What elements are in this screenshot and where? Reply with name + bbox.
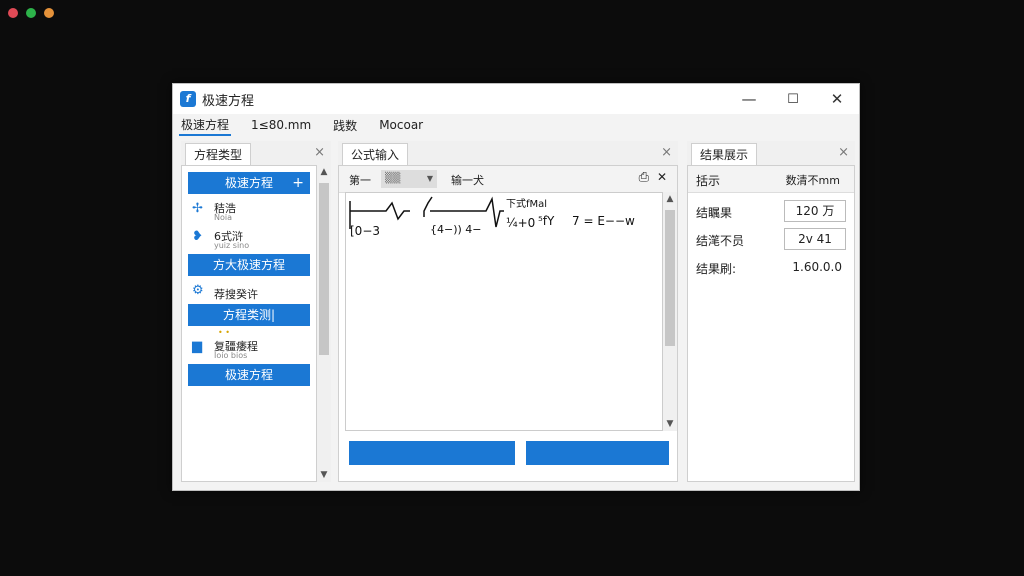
window-title: 极速方程 (202, 93, 255, 109)
formula-term-b: {4−)) 4− (430, 223, 482, 236)
panel-close-icon[interactable]: × (314, 145, 325, 160)
result-header-right: 数清不mm (785, 174, 840, 187)
panel-close-icon[interactable]: × (661, 145, 672, 160)
result-row: 结果刷: 1.60.0.0 (696, 256, 846, 280)
menu-item-2[interactable]: 1≤80.mm (249, 117, 313, 133)
result-row: 结滗不员 2v 41 (696, 228, 846, 252)
formula-editor[interactable]: [0−3 {4−)) 4− 下式fMal ¼+0 ⁵fY 7 = E−−w (345, 192, 663, 431)
format-dropdown-value: ▒▒ (385, 173, 401, 184)
result-body: 括示 数清不mm 结瞩果 120 万 结滗不员 2v 41 结果刷: 1.60.… (687, 165, 855, 482)
result-panel: 结果展示 × 括示 数清不mm 结瞩果 120 万 结滗不员 2v 41 结果刷… (687, 141, 855, 482)
close-button[interactable]: ✕ (815, 84, 859, 114)
formula-label: 下式fMal (506, 197, 547, 210)
maximize-button[interactable]: ☐ (771, 84, 815, 114)
scroll-up-icon[interactable]: ▲ (663, 194, 677, 204)
left-scrollbar[interactable]: ▲ ▼ (317, 165, 331, 482)
minimize-dot[interactable] (26, 8, 36, 18)
title-bar: f 极速方程 — ☐ ✕ (173, 84, 859, 114)
format-dropdown[interactable]: ▒▒ ▼ (381, 170, 437, 188)
editor-scrollbar[interactable]: ▲ ▼ (663, 192, 677, 431)
formula-render: [0−3 {4−)) 4− 下式fMal ¼+0 ⁵fY 7 = E−−w (349, 196, 635, 238)
formula-term-c: ¼+0 (506, 216, 535, 230)
formula-toolbar: 第一 ▒▒ ▼ 输一犬 ⎙ ✕ (339, 166, 677, 193)
close-dot[interactable] (8, 8, 18, 18)
result-header-left: 括示 (696, 174, 721, 188)
equation-type-panel: 方程类型 × 极速方程 + ✢ 秸浩 Ñoia ❥ 6式浒 yuiz sino … (181, 141, 331, 482)
equation-type-list: 极速方程 + ✢ 秸浩 Ñoia ❥ 6式浒 yuiz sino 方大极速方程 … (181, 165, 317, 482)
scroll-down-icon[interactable]: ▼ (317, 470, 331, 480)
formula-input-panel: 公式输入 × 第一 ▒▒ ▼ 输一犬 ⎙ ✕ [0−3 {4−)) 4− 下式f… (338, 141, 678, 482)
app-window: f 极速方程 — ☐ ✕ 极速方程 1≤80.mm 践数 Mocoar 方程类型… (172, 83, 860, 491)
list-item[interactable]: ▆ 复疆痿程 Ioio bios (192, 338, 310, 364)
large-speed-equation-button[interactable]: 方大极速方程 (188, 254, 310, 276)
zoom-dot[interactable] (44, 8, 54, 18)
list-item-label: 荐搜癸许 (214, 288, 258, 301)
menu-item-4[interactable]: Mocoar (377, 117, 425, 133)
traffic-lights (8, 8, 54, 18)
scroll-thumb[interactable] (319, 183, 329, 355)
menu-item-1[interactable]: 极速方程 (179, 115, 232, 136)
speed-equation-button-2[interactable]: 极速方程 (188, 364, 310, 386)
speed-equation-button[interactable]: 极速方程 + (188, 172, 310, 194)
action-button-1[interactable] (349, 441, 515, 465)
speed-equation-label: 极速方程 (224, 176, 273, 190)
tab-equation-type[interactable]: 方程类型 (185, 143, 252, 165)
formula-term-e: 7 = E−−w (572, 214, 635, 228)
list-item-sublabel: yuiz sino (214, 241, 250, 250)
toolbar-label[interactable]: 第一 (349, 172, 371, 188)
scroll-thumb[interactable] (665, 210, 675, 346)
list-item-sublabel: Ñoia (214, 213, 233, 222)
formula-body: 第一 ▒▒ ▼ 输一犬 ⎙ ✕ [0−3 {4−)) 4− 下式fMal ¼+0… (338, 165, 678, 482)
indicator-dots: • • (218, 328, 230, 337)
input-label[interactable]: 输一犬 (451, 172, 484, 188)
list-item[interactable]: ❥ 6式浒 yuiz sino (192, 228, 310, 254)
result-value-field[interactable]: 120 万 (784, 200, 846, 222)
list-item[interactable]: ✢ 秸浩 Ñoia (192, 200, 310, 226)
plus-icon[interactable]: + (292, 172, 304, 194)
sparkle-icon: ✢ (192, 201, 203, 216)
formula-term-d: ⁵fY (538, 214, 555, 228)
panel-close-icon[interactable]: × (838, 145, 849, 160)
app-logo-icon: f (180, 91, 196, 107)
list-item-sublabel: Ioio bios (214, 351, 248, 360)
heart-icon: ❥ (192, 229, 203, 244)
toolbar-close-icon[interactable]: ✕ (657, 170, 667, 184)
chevron-down-icon: ▼ (426, 174, 433, 183)
scroll-down-icon[interactable]: ▼ (663, 419, 677, 429)
result-label: 结滗不员 (696, 234, 745, 248)
result-value: 1.60.0.0 (792, 260, 842, 274)
equation-class-button[interactable]: 方程类测| (188, 304, 310, 326)
menu-bar: 极速方程 1≤80.mm 践数 Mocoar (173, 114, 859, 136)
result-label: 结瞩果 (696, 206, 733, 220)
minimize-button[interactable]: — (727, 84, 771, 114)
action-button-2[interactable] (526, 441, 669, 465)
print-icon[interactable]: ⎙ (639, 170, 649, 185)
menu-item-3[interactable]: 践数 (331, 116, 359, 135)
result-value-field[interactable]: 2v 41 (784, 228, 846, 250)
tab-formula-input[interactable]: 公式输入 (342, 143, 409, 165)
scroll-up-icon[interactable]: ▲ (317, 167, 331, 177)
formula-term-a: [0−3 (350, 224, 380, 238)
result-header: 括示 数清不mm (688, 166, 854, 193)
folder-icon: ▆ (192, 339, 202, 354)
tab-result-display[interactable]: 结果展示 (691, 143, 758, 165)
gear-icon: ⚙ (192, 283, 204, 298)
result-row: 结瞩果 120 万 (696, 200, 846, 224)
result-label: 结果刷: (696, 262, 737, 276)
